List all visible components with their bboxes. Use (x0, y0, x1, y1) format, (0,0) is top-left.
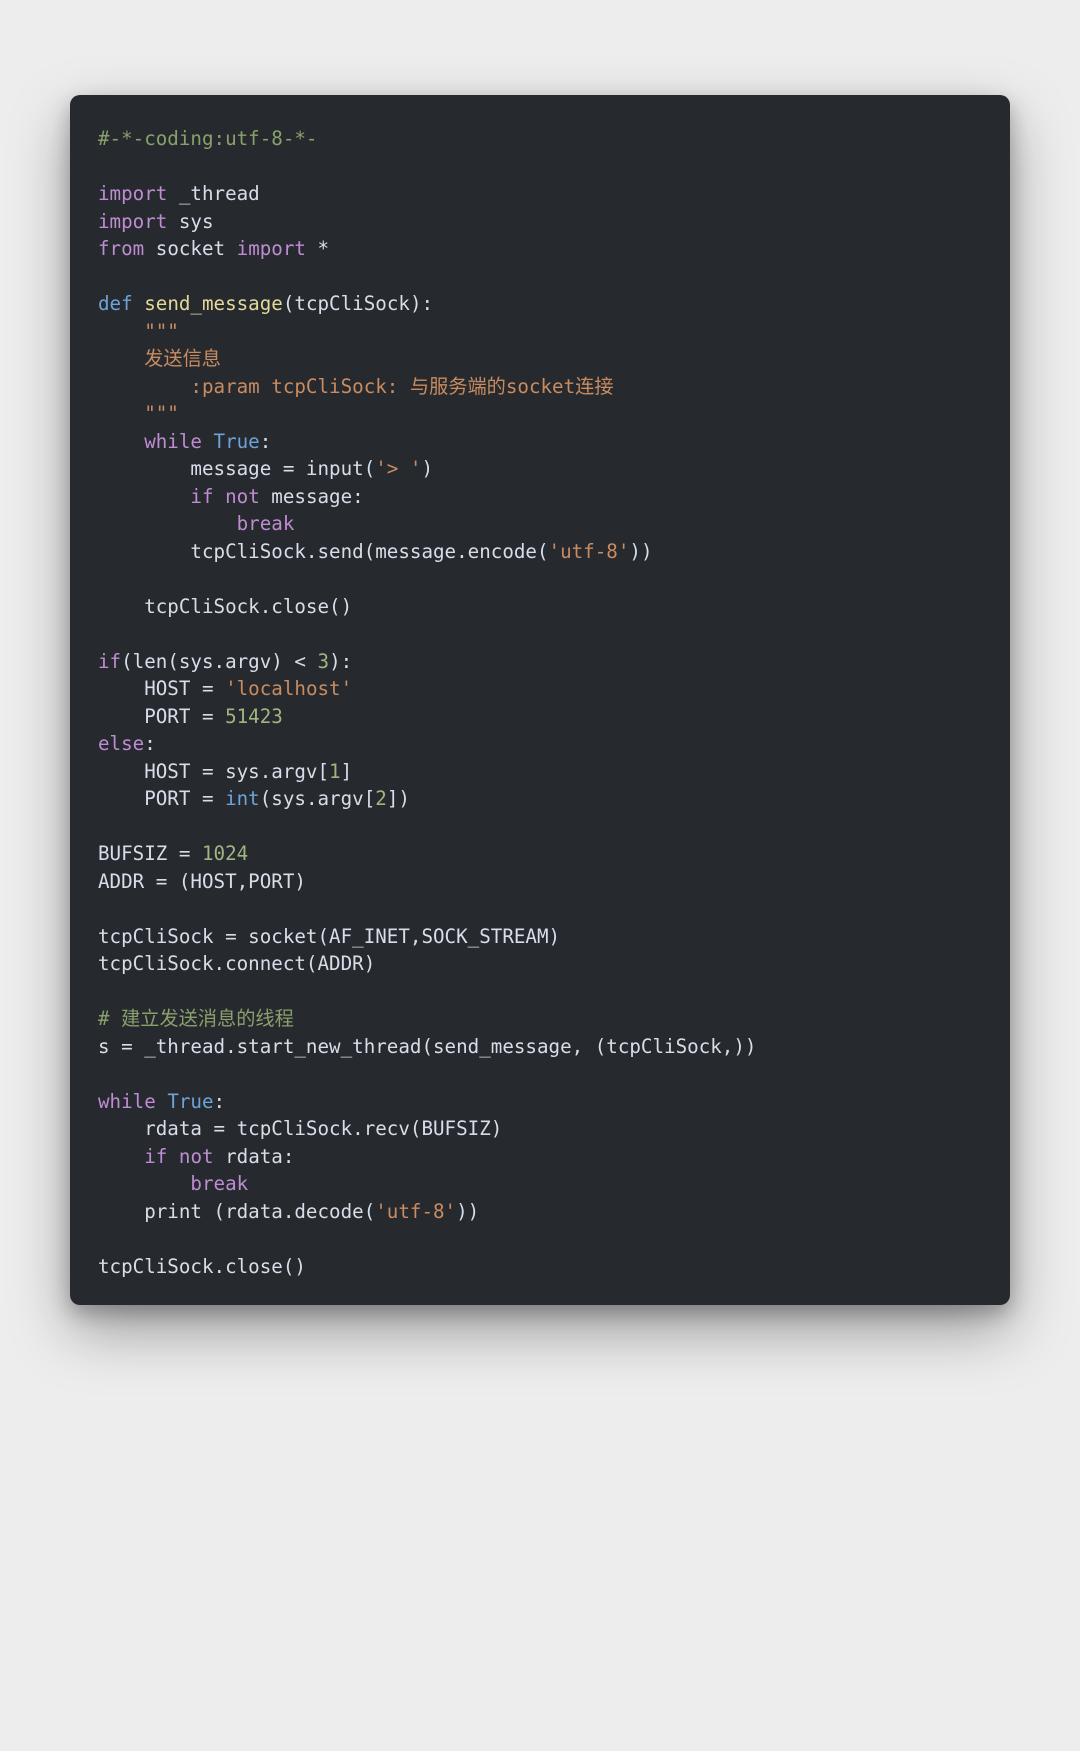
function-name: send_message (144, 292, 283, 315)
keyword-true: True (214, 430, 260, 453)
number-literal: 1024 (202, 842, 248, 865)
code-text: s = _thread.start_new_thread(send_messag… (98, 1035, 756, 1058)
code-text: rdata: (214, 1145, 295, 1168)
python-code-block: #-*-coding:utf-8-*- import _thread impor… (98, 125, 982, 1280)
code-text: tcpCliSock.close() (98, 1255, 306, 1278)
string-literal: 'utf-8' (375, 1200, 456, 1223)
code-text: PORT = (98, 705, 225, 728)
code-text: message: (260, 485, 364, 508)
code-text: tcpCliSock.connect(ADDR) (98, 952, 375, 975)
string-literal: 'localhost' (225, 677, 352, 700)
code-text: tcpCliSock.close() (98, 595, 352, 618)
code-text: (sys.argv[ (260, 787, 376, 810)
code-text (98, 512, 237, 535)
code-text: ( (283, 292, 295, 315)
comment: # 建立发送消息的线程 (98, 1007, 294, 1030)
code-text: (len(sys.argv) < (121, 650, 317, 673)
code-text (98, 1145, 144, 1168)
docstring: """ (98, 320, 179, 343)
keyword-not: not (225, 485, 260, 508)
code-text: HOST = sys.argv[ (98, 760, 329, 783)
keyword-def: def (98, 292, 133, 315)
code-text: print (rdata.decode( (98, 1200, 375, 1223)
code-text: : (214, 1090, 226, 1113)
code-text: tcpCliSock = socket(AF_INET,SOCK_STREAM) (98, 925, 560, 948)
number-literal: 51423 (225, 705, 283, 728)
code-text (214, 485, 226, 508)
code-text: * (306, 237, 329, 260)
code-text: PORT = (98, 787, 225, 810)
code-text: BUFSIZ = (98, 842, 202, 865)
keyword-if: if (144, 1145, 167, 1168)
code-text: tcpCliSock (294, 292, 410, 315)
docstring: 发送信息 (98, 347, 221, 370)
code-text: tcpCliSock.send(message.encode( (98, 540, 549, 563)
code-card: #-*-coding:utf-8-*- import _thread impor… (70, 95, 1010, 1305)
keyword-import: import (237, 237, 306, 260)
code-text (202, 430, 214, 453)
docstring: """ (98, 402, 179, 425)
keyword-while: while (98, 430, 202, 453)
code-text (156, 1090, 168, 1113)
code-text: ]) (387, 787, 410, 810)
code-text (98, 485, 190, 508)
number-literal: 1 (329, 760, 341, 783)
code-text: ): (410, 292, 433, 315)
number-literal: 3 (318, 650, 330, 673)
keyword-while: while (98, 1090, 156, 1113)
code-text: socket (144, 237, 236, 260)
code-text (133, 292, 145, 315)
keyword-if: if (98, 650, 121, 673)
code-text: ] (341, 760, 353, 783)
code-text: ) (421, 457, 433, 480)
keyword-break: break (190, 1172, 248, 1195)
keyword-import: import (98, 182, 167, 205)
code-text: : (260, 430, 272, 453)
builtin-int: int (225, 787, 260, 810)
code-text: HOST = (98, 677, 225, 700)
code-text: message = input( (98, 457, 375, 480)
code-text: ): (329, 650, 352, 673)
code-text: rdata = tcpCliSock.recv(BUFSIZ) (98, 1117, 502, 1140)
keyword-break: break (237, 512, 295, 535)
code-text: _thread (167, 182, 259, 205)
keyword-true: True (167, 1090, 213, 1113)
code-text: )) (456, 1200, 479, 1223)
keyword-if: if (190, 485, 213, 508)
docstring: :param tcpCliSock: 与服务端的socket连接 (98, 375, 614, 398)
string-literal: 'utf-8' (549, 540, 630, 563)
code-text: )) (629, 540, 652, 563)
number-literal: 2 (375, 787, 387, 810)
keyword-not: not (179, 1145, 214, 1168)
keyword-else: else (98, 732, 144, 755)
code-text (167, 1145, 179, 1168)
keyword-import: import (98, 210, 167, 233)
code-text (98, 1172, 190, 1195)
code-line: #-*-coding:utf-8-*- (98, 127, 318, 150)
string-literal: '> ' (375, 457, 421, 480)
code-text: : (144, 732, 156, 755)
code-text: sys (167, 210, 213, 233)
code-text: ADDR = (HOST,PORT) (98, 870, 306, 893)
keyword-from: from (98, 237, 144, 260)
